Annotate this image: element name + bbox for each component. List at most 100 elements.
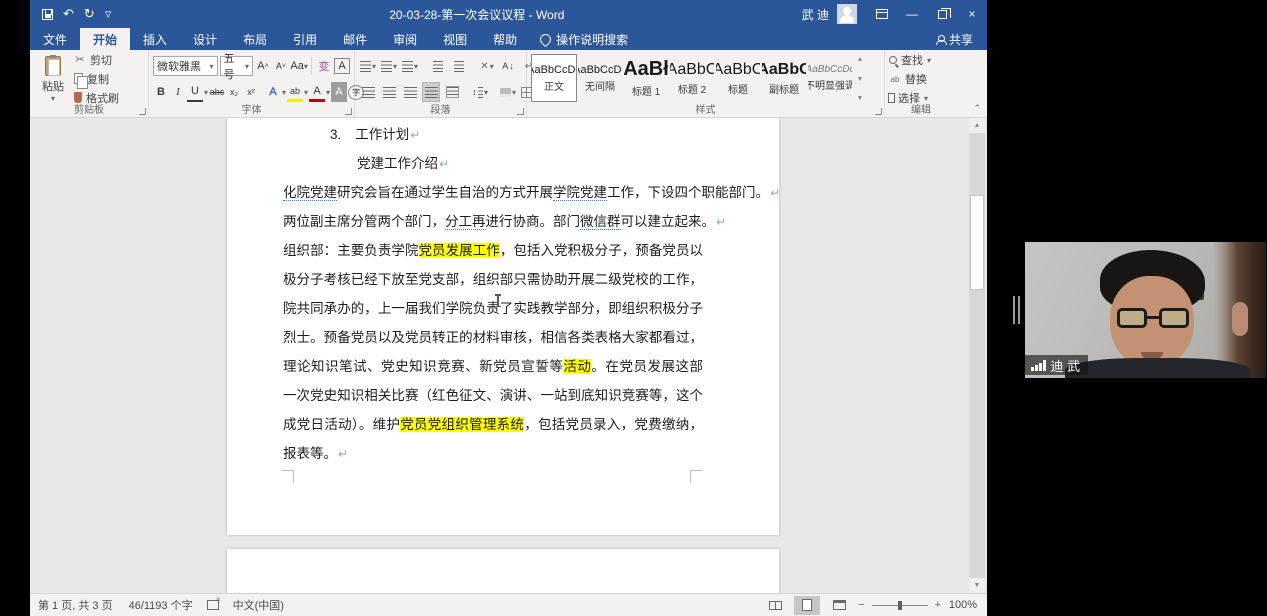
document-line[interactable]: 两位副主席分管两个部门，分工再进行协商。部门微信群可以建立起来。↵ — [283, 207, 703, 236]
document-line[interactable]: 3.工作计划↵ — [283, 120, 703, 149]
tab-邮件[interactable]: 邮件 — [330, 28, 380, 50]
zoom-in-button[interactable]: + — [935, 599, 941, 611]
read-mode-button[interactable] — [762, 596, 788, 615]
style-标题[interactable]: AaBbC标题 — [715, 54, 761, 102]
document-page-2[interactable] — [227, 549, 779, 593]
tab-布局[interactable]: 布局 — [230, 28, 280, 50]
scrollbar-thumb[interactable] — [970, 195, 984, 290]
web-layout-button[interactable] — [826, 596, 852, 615]
bold-button[interactable]: B — [153, 82, 169, 102]
tab-插入[interactable]: 插入 — [130, 28, 180, 50]
shrink-font-button[interactable]: A˅ — [273, 56, 289, 76]
save-icon[interactable] — [42, 9, 53, 20]
zoom-slider[interactable] — [872, 605, 928, 606]
character-border-button[interactable]: A — [334, 58, 350, 74]
scroll-down-icon[interactable]: ▼ — [969, 578, 985, 593]
sort-button[interactable]: A↓ — [499, 56, 517, 76]
font-size-combo[interactable]: 五号▾ — [220, 56, 253, 76]
document-text[interactable]: 3.工作计划↵党建工作介绍↵化院党建研究会旨在通过学生自治的方式开展学院党建工作… — [283, 120, 703, 468]
asian-layout-button[interactable]: ✕▾ — [478, 56, 496, 76]
proofing-errors-icon[interactable] — [207, 600, 219, 610]
minimize-button[interactable]: — — [897, 0, 927, 28]
tab-文件[interactable]: 文件 — [30, 28, 80, 50]
document-page-1[interactable]: 3.工作计划↵党建工作介绍↵化院党建研究会旨在通过学生自治的方式开展学院党建工作… — [227, 118, 779, 535]
styles-gallery-scroll[interactable]: ▲ ▼ ▼ — [853, 54, 867, 104]
distribute-button[interactable] — [443, 82, 461, 102]
underline-dropdown-icon[interactable]: ▾ — [204, 88, 208, 97]
clipboard-dialog-launcher-icon[interactable] — [139, 108, 146, 115]
paragraph-dialog-launcher-icon[interactable] — [517, 108, 524, 115]
video-panel-collapse-handle[interactable] — [1013, 296, 1020, 324]
copy-button[interactable]: 复制 — [74, 71, 119, 87]
document-line[interactable]: 极分子考核已经下放至党支部，组织部只需协助开展二级党校的工作，二级党校是与其他学 — [283, 265, 703, 294]
bullets-button[interactable]: ▾ — [359, 56, 377, 76]
print-layout-button[interactable] — [794, 596, 820, 615]
zoom-slider-handle[interactable] — [898, 601, 902, 610]
scroll-up-icon[interactable]: ▲ — [969, 118, 985, 133]
numbering-button[interactable]: ▾ — [380, 56, 398, 76]
multilevel-list-button[interactable]: ▾ — [401, 56, 419, 76]
style-标题 1[interactable]: AaBł标题 1 — [623, 54, 669, 102]
document-line[interactable]: 党建工作介绍↵ — [283, 149, 703, 178]
style-副标题[interactable]: AaBbC副标题 — [761, 54, 807, 102]
style-无间隔[interactable]: AaBbCcDc无间隔 — [577, 54, 623, 102]
style-标题 2[interactable]: AaBbC标题 2 — [669, 54, 715, 102]
tell-me-search[interactable]: 操作说明搜索 — [530, 28, 638, 50]
tab-视图[interactable]: 视图 — [430, 28, 480, 50]
share-button[interactable]: 共享 — [922, 28, 987, 50]
paste-button[interactable]: 粘贴 ▾ — [34, 54, 72, 104]
document-line[interactable]: 报表等。↵ — [283, 439, 703, 468]
document-line[interactable]: 理论知识笔试、党史知识竞赛、新党员宣誓等活动。在党员发展这部分，拟打算每学期开展 — [283, 352, 703, 381]
page-number-indicator[interactable]: 第 1 页, 共 3 页 — [30, 597, 121, 613]
redo-icon[interactable]: ↻ — [84, 6, 95, 22]
character-shading-button[interactable]: A — [331, 82, 347, 102]
font-name-combo[interactable]: 微软雅黑▾ — [153, 56, 218, 76]
webcam-video-tile[interactable]: 迪 武 — [1025, 242, 1266, 378]
account-avatar[interactable] — [837, 4, 857, 24]
font-color-button[interactable]: A — [309, 82, 325, 102]
account-name[interactable]: 武 迪 — [794, 6, 837, 23]
styles-scroll-down-icon[interactable]: ▼ — [857, 76, 864, 83]
ribbon-display-options-button[interactable] — [867, 0, 897, 28]
strikethrough-button[interactable]: abc — [209, 82, 225, 102]
vertical-scrollbar[interactable]: ▲ ▼ — [969, 118, 985, 593]
undo-icon[interactable]: ↶ — [63, 6, 74, 22]
change-case-button[interactable]: Aa▾ — [291, 56, 307, 76]
replace-button[interactable]: ab替换 — [889, 71, 953, 87]
superscript-button[interactable]: x² — [243, 82, 259, 102]
zoom-level[interactable]: 100% — [947, 599, 977, 611]
qat-customize-icon[interactable]: ▿ — [105, 6, 112, 22]
text-highlight-button[interactable]: ab — [287, 82, 303, 102]
line-spacing-button[interactable]: ↕▾ — [471, 82, 489, 102]
tab-帮助[interactable]: 帮助 — [480, 28, 530, 50]
style-正文[interactable]: AaBbCcDc正文 — [531, 54, 577, 102]
styles-scroll-up-icon[interactable]: ▲ — [857, 56, 864, 63]
font-dialog-launcher-icon[interactable] — [345, 108, 352, 115]
italic-button[interactable]: I — [170, 82, 186, 102]
find-button[interactable]: 查找▾ — [889, 52, 953, 68]
phonetic-guide-button[interactable]: 变 — [316, 56, 332, 76]
tab-开始[interactable]: 开始 — [80, 28, 130, 50]
word-count-indicator[interactable]: 46/1193 个字 — [121, 597, 201, 613]
document-canvas[interactable]: 3.工作计划↵党建工作介绍↵化院党建研究会旨在通过学生自治的方式开展学院党建工作… — [30, 118, 987, 593]
document-line[interactable]: 成党日活动）。维护党员党组织管理系统，包括党员录入，党费缴纳，组织关系调整，年度 — [283, 410, 703, 439]
justify-button[interactable] — [422, 82, 440, 102]
style-不明显强调[interactable]: AaBbCcDc不明显强调 — [807, 54, 853, 102]
language-indicator[interactable]: 中文(中国) — [225, 597, 292, 613]
tab-引用[interactable]: 引用 — [280, 28, 330, 50]
tab-审阅[interactable]: 审阅 — [380, 28, 430, 50]
restore-button[interactable] — [927, 0, 957, 28]
shading-button[interactable]: ▾ — [499, 82, 517, 102]
document-line[interactable]: 组织部：主要负责学院党员发展工作，包括入党积极分子，预备党员以及预备转正。入党积 — [283, 236, 703, 265]
styles-dialog-launcher-icon[interactable] — [875, 108, 882, 115]
close-button[interactable]: × — [957, 0, 987, 28]
align-left-button[interactable] — [359, 82, 377, 102]
decrease-indent-button[interactable] — [429, 56, 447, 76]
text-effects-button[interactable]: A — [265, 82, 281, 102]
align-right-button[interactable] — [401, 82, 419, 102]
document-line[interactable]: 院共同承办的，上一届我们学院负责了实践教学部分，即组织积极分子去龙华烈士陵园缅怀 — [283, 294, 703, 323]
underline-button[interactable]: U — [187, 82, 203, 102]
align-center-button[interactable] — [380, 82, 398, 102]
tab-设计[interactable]: 设计 — [180, 28, 230, 50]
document-line[interactable]: 一次党史知识相关比赛（红色征文、演讲、一站到底知识竞赛等，这个可以跟实践部一起做 — [283, 381, 703, 410]
